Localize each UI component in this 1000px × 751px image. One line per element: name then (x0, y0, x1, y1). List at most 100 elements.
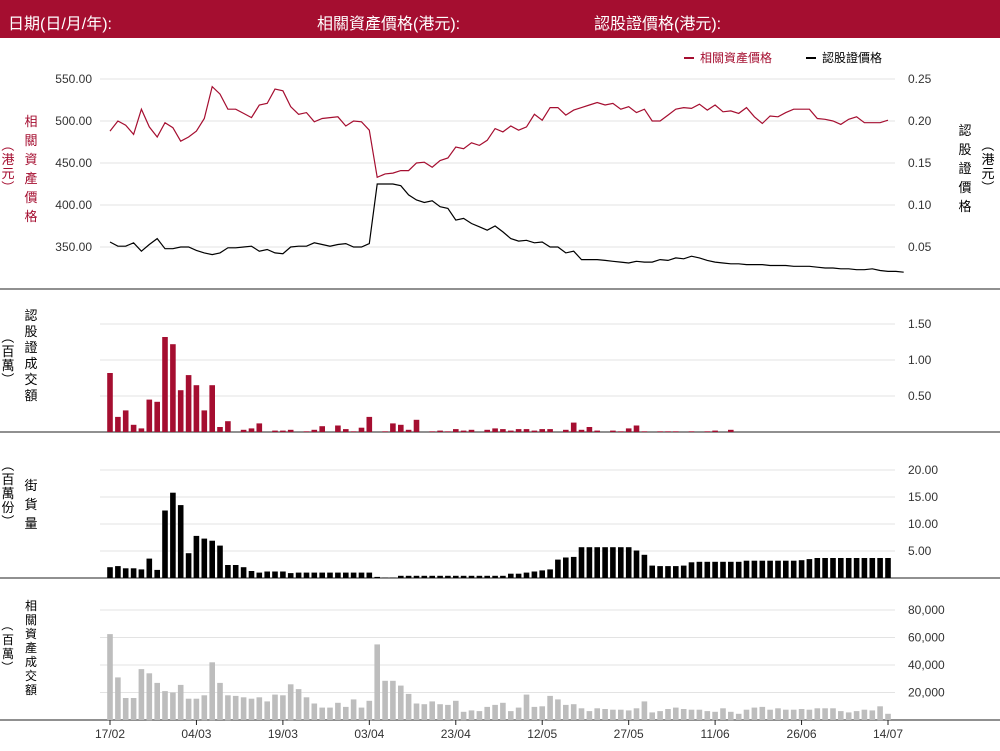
warrant-turnover-bar (272, 430, 278, 432)
underlying-turnover-bar (610, 709, 616, 720)
underlying-turnover-bar (287, 684, 294, 721)
underlying-turnover-bar (130, 698, 137, 720)
underlying-turnover-bar (484, 706, 490, 720)
y-axis-title-char: 關 (25, 613, 37, 627)
warrant-turnover-bar (531, 430, 538, 432)
warrant-turnover-bar (225, 421, 231, 432)
x-tick-label: 04/03 (181, 727, 211, 741)
warrant-turnover-bar (138, 428, 145, 432)
warrant-turnover-bar (343, 429, 349, 432)
y-tick-right-label: 0.15 (908, 156, 932, 170)
underlying-turnover-bar (272, 694, 278, 720)
outstanding-bar (343, 572, 349, 578)
x-tick-label: 27/05 (614, 727, 644, 741)
warrant-turnover-bar (547, 429, 553, 432)
warrant-turnover-bar (405, 429, 412, 432)
y-axis-right-unit-char: ） (980, 180, 995, 193)
underlying-turnover-bar (429, 701, 435, 720)
outstanding-bar (311, 572, 318, 578)
y-axis-title: 相關資產成交額 (25, 599, 37, 697)
underlying-turnover-bar (382, 680, 388, 720)
y-axis-left-unit-char: 港 (1, 152, 14, 167)
y-tick-label: 80,000 (908, 603, 945, 617)
outstanding-bar (232, 565, 239, 578)
outstanding-bar (822, 558, 828, 578)
underlying-turnover-bar (618, 709, 624, 720)
date-label: 日期(日/月/年): (8, 16, 112, 33)
warrant-turnover-bar (170, 344, 176, 432)
y-tick-right-label: 0.25 (908, 72, 932, 86)
underlying-turnover-bar (838, 711, 844, 720)
y-axis-left-unit-char: （ (0, 138, 15, 151)
underlying-turnover-bar (390, 680, 396, 720)
warrant-turnover-bar (633, 425, 640, 432)
underlying-turnover-bar (437, 704, 443, 720)
underlying-turnover-bar (201, 695, 208, 721)
underlying-turnover-bar (398, 685, 404, 720)
underlying-turnover-bar (146, 673, 153, 721)
underlying-turnover-bar (830, 708, 836, 720)
y-axis-left-title-char: 相 (24, 114, 37, 129)
y-tick-label: 40,000 (908, 658, 945, 672)
y-axis-unit-char: ） (0, 514, 15, 527)
x-tick-label: 03/04 (354, 727, 384, 741)
outstanding-bar (154, 569, 160, 578)
outstanding-bar (421, 575, 428, 578)
underlying-turnover-bar (625, 710, 632, 720)
y-axis-right-title-char: 認 (958, 123, 971, 138)
chart-area: 550.00 0.25 500.00 0.20 450.00 0.15 400.00 0.10… (0, 50, 1000, 741)
outstanding-bar (570, 556, 577, 578)
warrant-turnover-bar (712, 430, 718, 432)
outstanding-bar (280, 571, 286, 578)
warrant-turnover-bar (563, 429, 569, 432)
outstanding-bar (453, 575, 459, 578)
outstanding-bar (728, 561, 734, 578)
underlying-turnover-bar (783, 709, 789, 720)
outstanding-bar (445, 575, 451, 578)
outstanding-bar (146, 558, 153, 578)
outstanding-bar (170, 492, 176, 578)
underlying-turnover-bar (421, 704, 428, 720)
underlying-turnover-bar (138, 669, 145, 720)
outstanding-bar (704, 561, 711, 578)
outstanding-bar (610, 547, 616, 578)
y-axis-left-title-char: 資 (24, 152, 37, 167)
underlying-turnover-bar (515, 707, 522, 720)
underlying-turnover-bar (720, 708, 726, 720)
outstanding-bar (429, 575, 435, 578)
y-axis-unit-char: ） (0, 372, 15, 385)
y-tick-right-label: 0.05 (908, 240, 932, 254)
outstanding-bar (287, 573, 294, 578)
outstanding-bar (547, 569, 553, 578)
y-axis-title: 認股證成交額 (24, 308, 37, 403)
underlying-turnover-bar (162, 691, 168, 720)
y-axis-right-title-char: 證 (958, 161, 971, 176)
warrant-turnover-bar (311, 429, 318, 432)
underlying-turnover-bar (563, 704, 569, 720)
warrant-turnover-bar (382, 431, 388, 432)
y-axis-title-char: 貨 (24, 497, 37, 512)
underlying-price-label: 相關資產價格(港元): (317, 16, 461, 33)
underlying-price-line (109, 85, 889, 179)
outstanding-bar (256, 572, 263, 578)
underlying-turnover-bar (500, 702, 506, 720)
outstanding-bar (665, 566, 671, 578)
outstanding-bar (586, 547, 593, 578)
underlying-turnover-bar (335, 702, 341, 720)
outstanding-bar (790, 560, 797, 578)
warrant-turnover-bar (154, 401, 160, 432)
y-axis-title-char: 街 (24, 478, 37, 493)
x-tick-label: 19/03 (268, 727, 298, 741)
y-axis-unit: （百萬） (0, 330, 15, 385)
y-axis-unit: （百萬份） (0, 458, 15, 527)
y-axis-unit-char: （ (0, 619, 14, 631)
warrant-turnover-bar (570, 422, 577, 432)
outstanding-bar (680, 565, 687, 578)
warrant-price-line (109, 183, 904, 273)
outstanding-bar (845, 558, 852, 578)
warrant-turnover-bar (390, 423, 396, 432)
underlying-turnover-bar (327, 707, 333, 720)
x-tick-label: 14/07 (873, 727, 903, 741)
underlying-turnover-bar (547, 695, 553, 720)
outstanding-bar (264, 571, 270, 578)
